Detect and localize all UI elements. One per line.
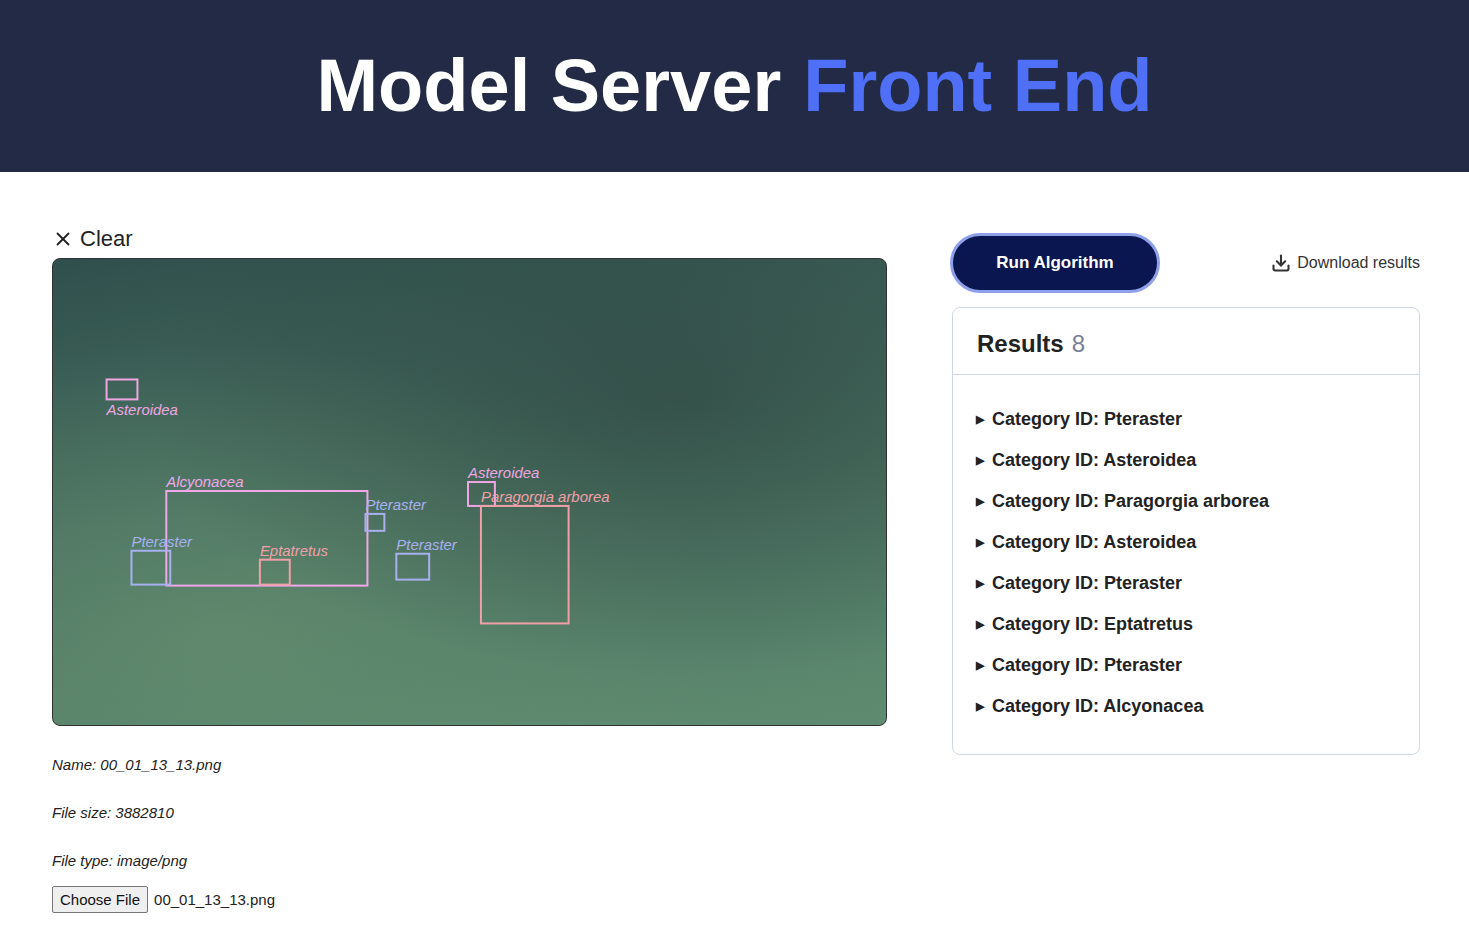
result-item[interactable]: ▶Category ID: Alcyonacea [976, 686, 1419, 727]
result-item[interactable]: ▶Category ID: Pteraster [976, 645, 1419, 686]
title: Model Server [316, 45, 781, 126]
detection: Pteraster [396, 536, 458, 580]
detection-box [365, 514, 384, 531]
detection-label: Pteraster [131, 533, 193, 550]
detection-box [131, 551, 170, 585]
detection: Pteraster [131, 533, 193, 585]
results-count: 8 [1072, 330, 1085, 358]
disclosure-marker: ▶ [976, 700, 984, 713]
run-algorithm-button[interactable]: Run Algorithm [950, 233, 1160, 293]
choose-file-button[interactable]: Choose File [52, 886, 148, 913]
file-info: Name: 00_01_13_13.png [52, 756, 887, 804]
download-icon [1271, 253, 1291, 273]
result-item[interactable]: ▶Category ID: Asteroidea [976, 522, 1419, 563]
detection: Pteraster [365, 496, 427, 531]
disclosure-marker: ▶ [976, 495, 984, 508]
disclosure-marker: ▶ [976, 577, 984, 590]
detection: Alcyonacea [165, 473, 367, 586]
results-panel: Run Algorithm Download results Results 8 ▶Ca… [950, 224, 1420, 913]
detection: Eptatretus [260, 542, 329, 585]
detection-label: Eptatretus [260, 542, 329, 559]
clear-button[interactable]: Clear [52, 224, 887, 254]
header: Model Server Front End [0, 0, 1469, 172]
image-panel: Clear Asteroidea Alcyonacea Pteraster Pteras… [52, 224, 887, 913]
title-highlight: Front End [803, 45, 1152, 126]
detections-overlay: Asteroidea Alcyonacea Pteraster Pteraster Ep… [53, 259, 886, 725]
results-list: ▶Category ID: Pteraster▶Category ID: Ast… [953, 375, 1419, 727]
detection-box [481, 506, 569, 623]
result-item[interactable]: ▶Category ID: Asteroidea [976, 440, 1419, 481]
file-name: 00_01_13_13.png [154, 891, 275, 908]
result-item[interactable]: ▶Category ID: Pteraster [976, 563, 1419, 604]
detection-label: Paragorgia arborea [481, 488, 610, 505]
results-header: Results 8 [953, 308, 1419, 375]
disclosure-marker: ▶ [976, 536, 984, 549]
result-item[interactable]: ▶Category ID: Paragorgia arborea [976, 481, 1419, 522]
detection: Paragorgia arborea [481, 488, 610, 623]
page: Model Server Front End Clear Asteroidea Alcy… [0, 0, 1469, 935]
results-title: Results [977, 330, 1064, 358]
detection-box [107, 379, 138, 399]
file-info: File size: 3882810 [52, 804, 887, 852]
image-preview: Asteroidea Alcyonacea Pteraster Pteraster Ep… [52, 258, 887, 726]
detection-label: Asteroidea [467, 464, 539, 481]
disclosure-marker: ▶ [976, 659, 984, 672]
disclosure-marker: ▶ [976, 618, 984, 631]
detection-box [396, 554, 429, 580]
detection: Asteroidea [106, 379, 178, 418]
detection-label: Asteroidea [106, 401, 178, 418]
results-card: Results8▶Category ID: Pteraster▶Category… [952, 307, 1420, 755]
detection-label: Pteraster [365, 496, 427, 513]
action-bar: Run Algorithm Download results [950, 233, 1420, 293]
detection-label: Alcyonacea [165, 473, 243, 490]
detection-box [260, 560, 290, 585]
detection-label: Pteraster [396, 536, 458, 553]
close-icon [52, 228, 74, 250]
detection-box [166, 491, 367, 586]
disclosure-marker: ▶ [976, 413, 984, 426]
disclosure-marker: ▶ [976, 454, 984, 467]
result-item[interactable]: ▶Category ID: Eptatretus [976, 604, 1419, 645]
result-item[interactable]: ▶Category ID: Pteraster [976, 399, 1419, 440]
download-results-button[interactable]: Download results [1271, 253, 1420, 273]
main: Clear Asteroidea Alcyonacea Pteraster Pteras… [0, 172, 1469, 913]
file-input[interactable]: Choose File 00_01_13_13.png [52, 886, 887, 913]
